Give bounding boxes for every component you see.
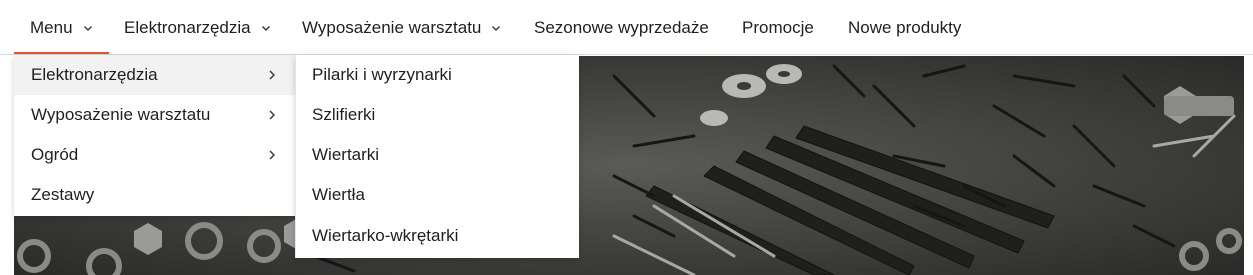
dropdown-item-elektronarzedzia[interactable]: Elektronarzędzia xyxy=(14,55,295,95)
chevron-right-icon xyxy=(269,110,275,120)
nav-item-label: Sezonowe wyprzedaże xyxy=(534,17,709,37)
submenu-item-wiertarko-wkretarki[interactable]: Wiertarko-wkrętarki xyxy=(296,216,580,256)
nav-item-label: Menu xyxy=(30,17,73,37)
submenu-item-label: Wiertarki xyxy=(312,145,380,164)
submenu-item-label: Wiertła xyxy=(312,185,365,204)
nav-item-promocje[interactable]: Promocje xyxy=(742,0,814,55)
dropdown-item-zestawy[interactable]: Zestawy xyxy=(14,175,295,215)
nav-item-label: Elektronarzędzia xyxy=(124,17,251,37)
chevron-down-icon xyxy=(261,25,270,31)
nav-item-label: Wyposażenie warsztatu xyxy=(302,17,482,37)
nav-item-elektronarzedzia[interactable]: Elektronarzędzia xyxy=(124,0,273,55)
main-navigation: Menu Elektronarzędzia Wyposażenie warszt… xyxy=(0,0,1253,55)
submenu-item-wiertla[interactable]: Wiertła xyxy=(296,175,580,215)
nav-item-nowe-produkty[interactable]: Nowe produkty xyxy=(848,0,961,55)
chevron-down-icon xyxy=(492,25,501,31)
chevron-down-icon xyxy=(83,25,92,31)
dropdown-item-label: Ogród xyxy=(31,145,79,164)
submenu-item-label: Pilarki i wyrzynarki xyxy=(312,65,452,84)
chevron-right-icon xyxy=(269,70,275,80)
dropdown-item-wyposazenie-warsztatu[interactable]: Wyposażenie warsztatu xyxy=(14,95,295,135)
submenu-item-pilarki-i-wyrzynarki[interactable]: Pilarki i wyrzynarki xyxy=(296,55,580,95)
nav-item-sezonowe-wyprzedaze[interactable]: Sezonowe wyprzedaże xyxy=(534,0,709,55)
dropdown-item-ogrod[interactable]: Ogród xyxy=(14,135,295,175)
nav-item-label: Promocje xyxy=(742,17,814,37)
chevron-right-icon xyxy=(269,150,275,160)
submenu-item-label: Szlifierki xyxy=(312,105,376,124)
dropdown-item-label: Zestawy xyxy=(31,185,95,204)
nav-item-label: Nowe produkty xyxy=(848,17,962,37)
menu-dropdown: Elektronarzędzia Wyposażenie warsztatu O… xyxy=(14,55,295,216)
submenu-elektronarzedzia: Pilarki i wyrzynarki Szlifierki Wiertark… xyxy=(295,55,579,258)
nav-item-wyposazenie-warsztatu[interactable]: Wyposażenie warsztatu xyxy=(302,0,503,55)
page-margin xyxy=(0,56,14,275)
submenu-item-szlifierki[interactable]: Szlifierki xyxy=(296,95,580,135)
submenu-item-wiertarki[interactable]: Wiertarki xyxy=(296,135,580,175)
dropdown-item-label: Elektronarzędzia xyxy=(31,65,158,84)
dropdown-item-label: Wyposażenie warsztatu xyxy=(31,105,211,124)
nav-item-menu[interactable]: Menu xyxy=(14,0,108,55)
submenu-item-label: Wiertarko-wkrętarki xyxy=(312,226,459,245)
